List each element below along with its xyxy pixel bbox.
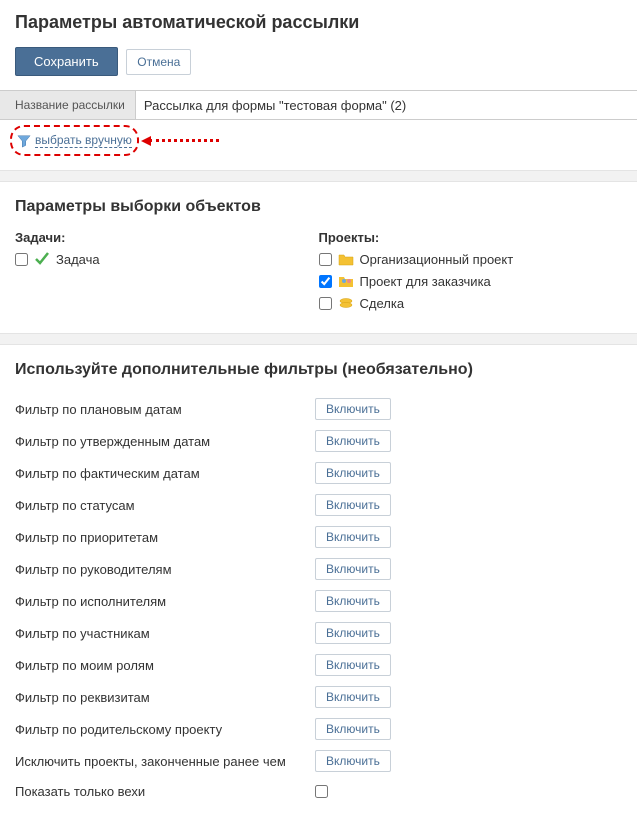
filter-label: Фильтр по родительскому проекту	[15, 722, 315, 737]
funnel-icon	[17, 134, 31, 148]
project-type-label: Проект для заказчика	[360, 274, 491, 289]
filter-row: Фильтр по исполнителямВключить	[15, 585, 622, 617]
manual-select-link[interactable]: выбрать вручную	[35, 133, 132, 148]
enable-filter-button[interactable]: Включить	[315, 494, 391, 516]
enable-filter-button[interactable]: Включить	[315, 686, 391, 708]
projects-column-title: Проекты:	[319, 230, 623, 245]
project-type-item: Сделка	[319, 295, 623, 311]
filter-row: Фильтр по фактическим датамВключить	[15, 457, 622, 489]
name-label: Название рассылки	[0, 90, 135, 120]
filter-label: Фильтр по участникам	[15, 626, 315, 641]
selection-title: Параметры выборки объектов	[15, 198, 622, 216]
filter-label: Фильтр по исполнителям	[15, 594, 315, 609]
folder-people-icon	[338, 273, 354, 289]
folder-yellow-icon	[338, 251, 354, 267]
project-type-label: Сделка	[360, 296, 405, 311]
filter-row: Фильтр по утвержденным датамВключить	[15, 425, 622, 457]
enable-filter-button[interactable]: Включить	[315, 526, 391, 548]
filter-row: Фильтр по моим ролямВключить	[15, 649, 622, 681]
name-input[interactable]	[135, 90, 637, 120]
filters-title: Используйте дополнительные фильтры (необ…	[15, 361, 622, 379]
task-checkbox[interactable]	[15, 253, 28, 266]
project-checkbox-org[interactable]	[319, 253, 332, 266]
filter-label: Фильтр по фактическим датам	[15, 466, 315, 481]
task-type-label: Задача	[56, 252, 100, 267]
save-button[interactable]: Сохранить	[15, 47, 118, 76]
name-row: Название рассылки	[0, 90, 637, 120]
filter-row: Фильтр по родительскому проектуВключить	[15, 713, 622, 745]
milestones-only-checkbox[interactable]	[315, 785, 328, 798]
filter-label: Фильтр по статусам	[15, 498, 315, 513]
filter-label: Фильтр по реквизитам	[15, 690, 315, 705]
project-type-label: Организационный проект	[360, 252, 514, 267]
filter-label: Фильтр по моим ролям	[15, 658, 315, 673]
filter-row: Фильтр по руководителямВключить	[15, 553, 622, 585]
filter-row: Исключить проекты, законченные ранее чем…	[15, 745, 622, 777]
tasks-column: Задачи: Задача	[15, 230, 319, 317]
enable-filter-button[interactable]: Включить	[315, 462, 391, 484]
filter-row: Фильтр по статусамВключить	[15, 489, 622, 521]
filters-section: Используйте дополнительные фильтры (необ…	[0, 361, 637, 379]
project-checkbox-deal[interactable]	[319, 297, 332, 310]
enable-filter-button[interactable]: Включить	[315, 750, 391, 772]
task-type-item: Задача	[15, 251, 319, 267]
section-divider	[0, 170, 637, 182]
milestones-only-row: Показать только вехи	[15, 777, 622, 806]
filter-row: Фильтр по плановым датамВключить	[15, 393, 622, 425]
selection-section: Параметры выборки объектов Задачи: Задач…	[0, 198, 637, 317]
project-type-item: Организационный проект	[319, 251, 623, 267]
enable-filter-button[interactable]: Включить	[315, 654, 391, 676]
milestones-only-label: Показать только вехи	[15, 784, 315, 799]
projects-column: Проекты: Организационный проект Проект д…	[319, 230, 623, 317]
action-bar: Сохранить Отмена	[15, 47, 622, 76]
enable-filter-button[interactable]: Включить	[315, 590, 391, 612]
cancel-button[interactable]: Отмена	[126, 49, 191, 75]
filters-list: Фильтр по плановым датамВключитьФильтр п…	[0, 393, 637, 821]
filter-label: Фильтр по руководителям	[15, 562, 315, 577]
filter-label: Фильтр по утвержденным датам	[15, 434, 315, 449]
filter-row: Фильтр по приоритетамВключить	[15, 521, 622, 553]
enable-filter-button[interactable]: Включить	[315, 558, 391, 580]
project-checkbox-customer[interactable]	[319, 275, 332, 288]
project-type-item: Проект для заказчика	[319, 273, 623, 289]
enable-filter-button[interactable]: Включить	[315, 718, 391, 740]
section-divider	[0, 333, 637, 345]
filter-row: Фильтр по реквизитамВключить	[15, 681, 622, 713]
checkmark-green-icon	[34, 251, 50, 267]
filter-row: Фильтр по участникамВключить	[15, 617, 622, 649]
filter-label: Фильтр по приоритетам	[15, 530, 315, 545]
filter-label: Фильтр по плановым датам	[15, 402, 315, 417]
enable-filter-button[interactable]: Включить	[315, 430, 391, 452]
enable-filter-button[interactable]: Включить	[315, 622, 391, 644]
enable-filter-button[interactable]: Включить	[315, 398, 391, 420]
tasks-column-title: Задачи:	[15, 230, 319, 245]
highlight-arrow	[141, 136, 219, 146]
coins-icon	[338, 295, 354, 311]
manual-select-highlight: выбрать вручную	[10, 125, 139, 156]
page-title: Параметры автоматической рассылки	[15, 12, 622, 33]
